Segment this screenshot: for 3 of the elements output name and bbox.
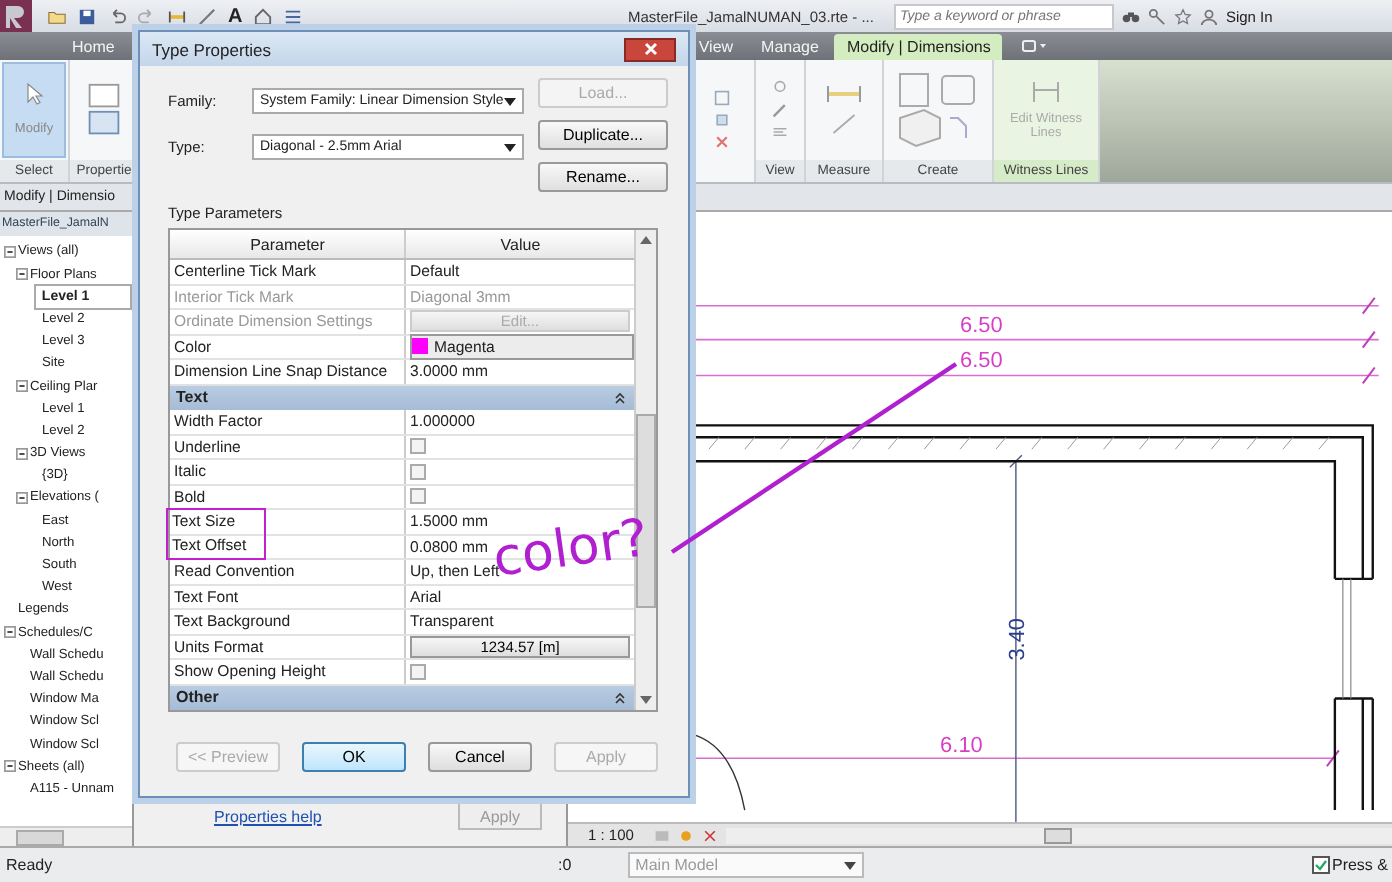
workset-indicator: :0 [558,856,572,875]
dialog-title: Type Properties [152,39,272,59]
status-message: Ready [4,856,55,875]
